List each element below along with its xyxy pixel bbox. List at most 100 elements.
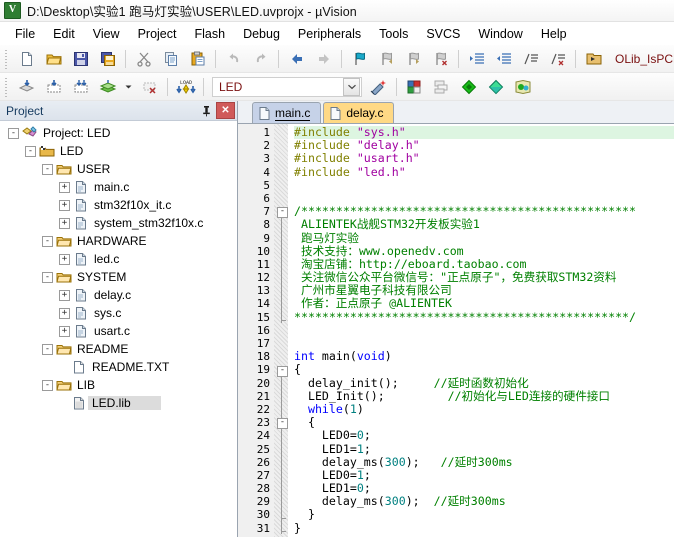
tree-item[interactable]: README.TXT (0, 358, 237, 376)
code-text[interactable]: #include "sys.h" #include "delay.h" #inclu… (288, 124, 674, 537)
project-tree[interactable]: - Project: LED - LED - USER + main.c + stm32f10x_… (0, 121, 237, 537)
save-all-icon[interactable] (94, 46, 121, 72)
tree-item[interactable]: + sys.c (0, 304, 237, 322)
navigate-forward-icon[interactable] (310, 46, 337, 72)
comment-icon[interactable] (517, 46, 544, 72)
tree-item[interactable]: - README (0, 340, 237, 358)
build-icon[interactable] (40, 74, 67, 100)
tree-item[interactable]: - LED (0, 142, 237, 160)
menu-item-debug[interactable]: Debug (234, 25, 289, 43)
configure-rte-icon[interactable] (482, 74, 509, 100)
collapse-toggle-icon[interactable]: - (8, 127, 19, 139)
code-token-plain: ; (363, 467, 371, 482)
collapse-toggle-icon[interactable]: - (42, 379, 53, 391)
expand-toggle-icon[interactable]: + (59, 253, 70, 265)
open-file-icon[interactable] (40, 46, 67, 72)
tree-item[interactable]: + main.c (0, 178, 237, 196)
menu-item-edit[interactable]: Edit (44, 25, 84, 43)
tree-item-label: LIB (77, 378, 96, 392)
pin-icon[interactable] (198, 103, 214, 119)
cut-icon[interactable] (130, 46, 157, 72)
tree-item[interactable]: + delay.c (0, 286, 237, 304)
tree-item[interactable]: + led.c (0, 250, 237, 268)
expand-toggle-icon[interactable]: + (59, 307, 70, 319)
fold-margin[interactable]: - - - (274, 124, 288, 537)
expand-toggle-icon[interactable]: + (59, 289, 70, 301)
menu-item-peripherals[interactable]: Peripherals (289, 25, 370, 43)
expand-toggle-icon[interactable]: + (59, 217, 70, 229)
code-view[interactable]: 1 2 3 4 5 6 7 8 9 10 11 12 13 14 15 16 17 18 19 20 21 22 23 24 2… (238, 124, 674, 537)
tree-item[interactable]: LED.lib (0, 394, 237, 412)
tree-item[interactable]: + stm32f10x_it.c (0, 196, 237, 214)
toolbar-grip[interactable] (3, 47, 11, 70)
paste-icon[interactable] (184, 46, 211, 72)
batch-build-dropdown-icon[interactable] (121, 74, 136, 100)
toolbar-grip[interactable] (3, 75, 11, 98)
pack-installer-icon[interactable] (455, 74, 482, 100)
expand-toggle-icon[interactable]: + (59, 325, 70, 337)
menu-item-flash[interactable]: Flash (185, 25, 234, 43)
editor-tab-main-c[interactable]: main.c (252, 102, 322, 123)
bookmark-toggle-icon[interactable] (346, 46, 373, 72)
target-options-icon[interactable] (365, 74, 392, 100)
tree-item[interactable]: - SYSTEM (0, 268, 237, 286)
copy-icon[interactable] (157, 46, 184, 72)
navigate-back-icon[interactable] (283, 46, 310, 72)
code-token-plain: { (294, 415, 315, 430)
save-icon[interactable] (67, 46, 94, 72)
editor-tab-delay-c[interactable]: delay.c (323, 102, 395, 123)
collapse-toggle-icon[interactable]: - (42, 343, 53, 355)
outdent-icon[interactable] (490, 46, 517, 72)
expand-toggle-icon[interactable]: + (59, 181, 70, 193)
redo-icon[interactable] (247, 46, 274, 72)
code-line: delay_ms(300); //延时300ms (294, 495, 674, 508)
menu-item-view[interactable]: View (84, 25, 129, 43)
tree-item[interactable]: - HARDWARE (0, 232, 237, 250)
fold-collapse-icon[interactable]: - (277, 418, 288, 430)
stop-build-icon[interactable] (136, 74, 163, 100)
manage-project-items-icon[interactable] (401, 74, 428, 100)
batch-build-icon[interactable] (94, 74, 121, 100)
tree-item[interactable]: - LIB (0, 376, 237, 394)
code-token-plain: LED0= (294, 428, 357, 443)
collapse-toggle-icon[interactable]: - (42, 271, 53, 283)
menu-item-project[interactable]: Project (129, 25, 186, 43)
bookmark-clear-icon[interactable] (427, 46, 454, 72)
menu-item-svcs[interactable]: SVCS (417, 25, 469, 43)
close-icon[interactable]: ✕ (216, 102, 235, 119)
uncomment-icon[interactable] (544, 46, 571, 72)
rebuild-icon[interactable] (67, 74, 94, 100)
bookmark-prev-icon[interactable] (373, 46, 400, 72)
open-folder-browse-icon[interactable] (580, 46, 607, 72)
expand-toggle-icon[interactable]: + (59, 199, 70, 211)
tree-item[interactable]: + system_stm32f10x.c (0, 214, 237, 232)
tree-item[interactable]: + usart.c (0, 322, 237, 340)
code-token-cmt: //延时300ms (433, 494, 506, 509)
target-selector[interactable]: LED (212, 76, 362, 97)
line-number: 13 (256, 284, 270, 298)
translate-icon[interactable] (13, 74, 40, 100)
new-file-icon[interactable] (13, 46, 40, 72)
chevron-down-icon[interactable] (343, 77, 360, 96)
menu-item-window[interactable]: Window (469, 25, 531, 43)
uvision-window: D:\Desktop\实验1 跑马灯实验\USER\LED.uvprojx - … (0, 0, 674, 537)
collapse-toggle-icon[interactable]: - (42, 163, 53, 175)
menu-item-help[interactable]: Help (532, 25, 576, 43)
fold-collapse-icon[interactable]: - (277, 207, 288, 219)
menu-item-file[interactable]: File (6, 25, 44, 43)
tree-item[interactable]: - USER (0, 160, 237, 178)
multi-project-icon[interactable] (428, 74, 455, 100)
collapse-toggle-icon[interactable]: - (42, 235, 53, 247)
collapse-toggle-icon[interactable]: - (25, 145, 36, 157)
menu-item-tools[interactable]: Tools (370, 25, 417, 43)
download-icon[interactable]: LOAD (172, 74, 199, 100)
tree-item[interactable]: - Project: LED (0, 124, 237, 142)
fold-collapse-icon[interactable]: - (277, 365, 288, 377)
indent-icon[interactable] (463, 46, 490, 72)
code-token-plain: ) (356, 401, 364, 416)
bookmark-next-icon[interactable] (400, 46, 427, 72)
select-software-packs-icon[interactable] (509, 74, 536, 100)
undo-icon[interactable] (220, 46, 247, 72)
